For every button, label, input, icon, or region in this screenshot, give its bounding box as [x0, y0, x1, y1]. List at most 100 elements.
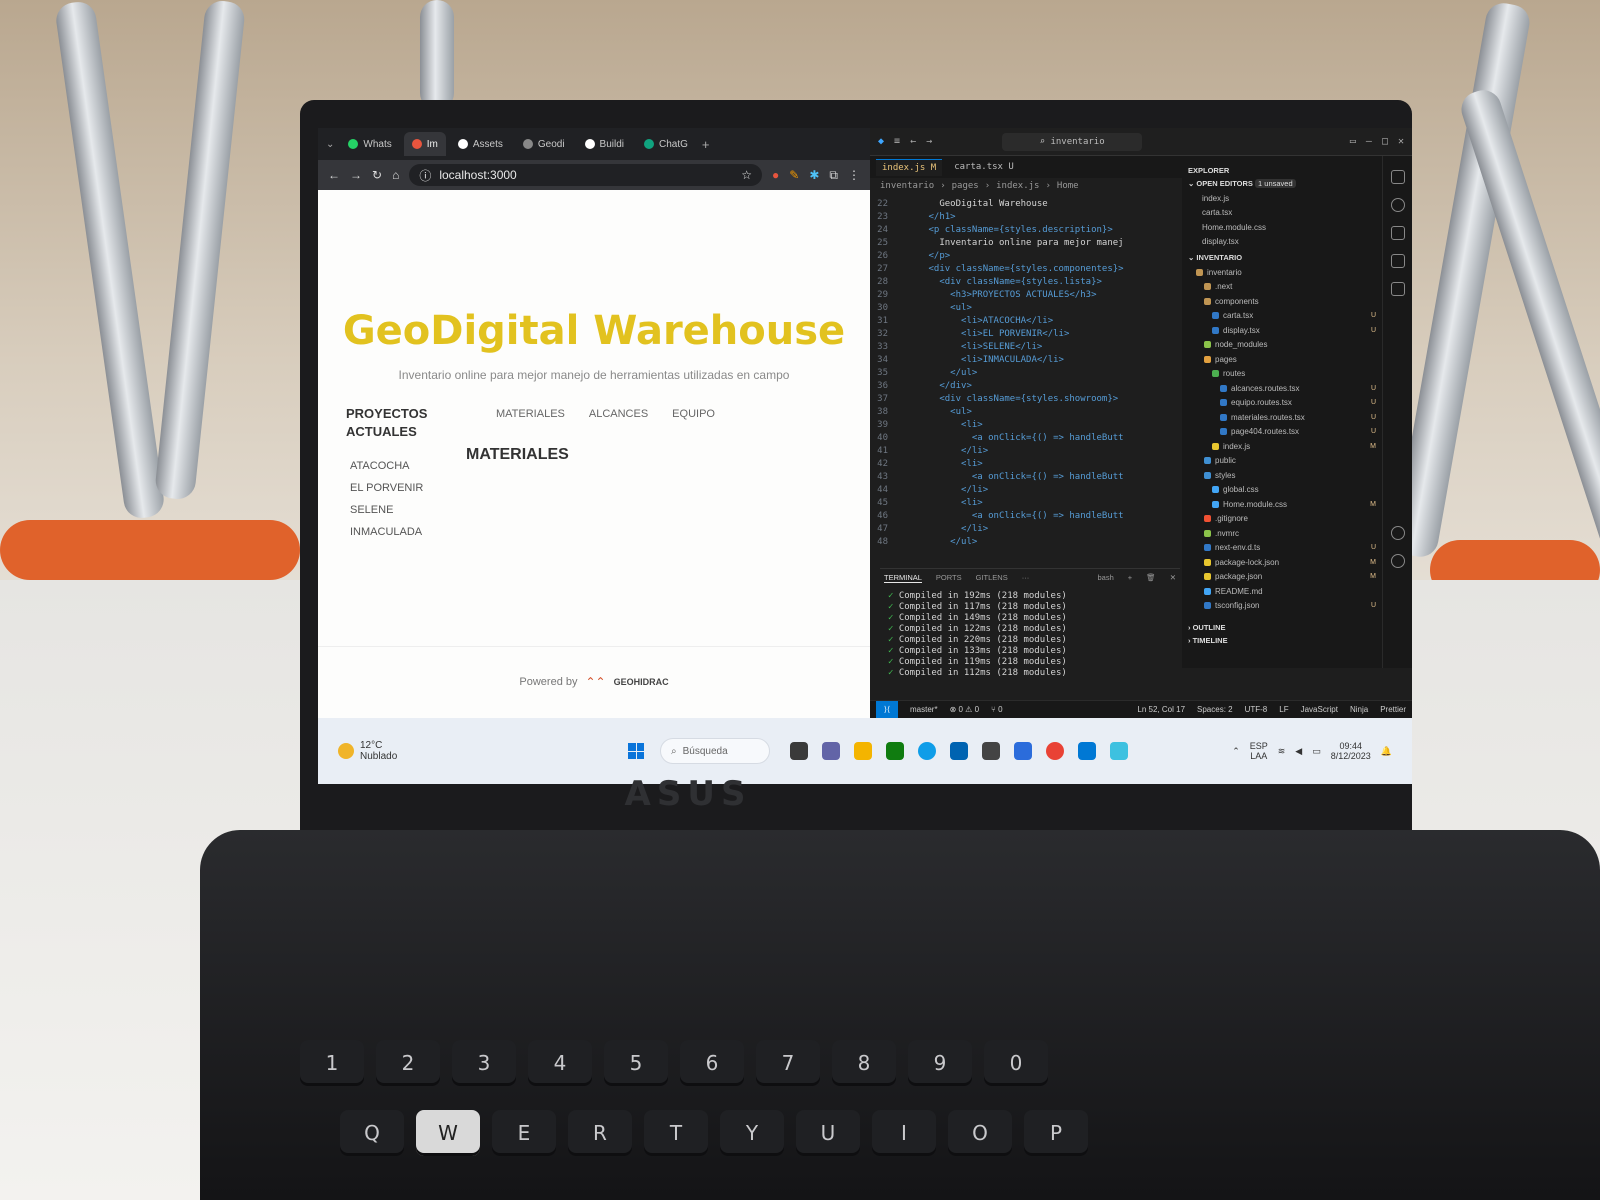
- file-tree-item[interactable]: next-env.d.ts U: [1188, 541, 1376, 556]
- encoding[interactable]: UTF-8: [1245, 705, 1268, 714]
- open-editor-item[interactable]: carta.tsx: [1188, 206, 1376, 221]
- battery-icon[interactable]: ▭: [1312, 746, 1321, 757]
- menu-icon[interactable]: ≡: [894, 136, 900, 147]
- wifi-icon[interactable]: ≋: [1278, 746, 1286, 757]
- timeline-section[interactable]: › TIMELINE: [1188, 636, 1376, 645]
- nav-materiales[interactable]: MATERIALES: [496, 408, 565, 420]
- ninja-status[interactable]: Ninja: [1350, 705, 1368, 714]
- settings-gear-icon[interactable]: [1390, 554, 1405, 568]
- key[interactable]: W: [416, 1110, 480, 1156]
- key[interactable]: 6: [680, 1040, 744, 1086]
- open-editor-item[interactable]: index.js: [1188, 191, 1376, 206]
- nav-equipo[interactable]: EQUIPO: [672, 408, 715, 420]
- open-editors-section[interactable]: ⌄ OPEN EDITORS 1 unsaved: [1188, 179, 1376, 188]
- file-tree-item[interactable]: tsconfig.json U: [1188, 599, 1376, 614]
- file-tree-item[interactable]: page404.routes.tsx U: [1188, 425, 1376, 440]
- vscode-icon[interactable]: [1078, 742, 1096, 760]
- open-editor-item[interactable]: Home.module.css: [1188, 220, 1376, 235]
- key[interactable]: O: [948, 1110, 1012, 1156]
- editor-tab-index[interactable]: index.js M: [876, 158, 943, 176]
- key[interactable]: E: [492, 1110, 556, 1156]
- project-section[interactable]: ⌄ INVENTARIO: [1188, 253, 1376, 262]
- file-tree-item[interactable]: alcances.routes.tsx U: [1188, 381, 1376, 396]
- file-tree-item[interactable]: .next: [1188, 280, 1376, 295]
- file-tree-item[interactable]: global.css: [1188, 483, 1376, 498]
- maximize-icon[interactable]: □: [1382, 136, 1388, 147]
- forward-icon[interactable]: →: [350, 168, 362, 182]
- search-icon[interactable]: [1390, 198, 1405, 212]
- explorer-icon[interactable]: [1390, 170, 1405, 184]
- key[interactable]: Y: [720, 1110, 784, 1156]
- edge-icon[interactable]: [918, 742, 936, 760]
- tab-ports[interactable]: PORTS: [936, 573, 962, 583]
- key[interactable]: P: [1024, 1110, 1088, 1156]
- file-tree-item[interactable]: README.md: [1188, 584, 1376, 599]
- close-icon[interactable]: ✕: [1398, 136, 1404, 147]
- file-tree-item[interactable]: display.tsx U: [1188, 323, 1376, 338]
- code-editor[interactable]: 22 GeoDigital Warehouse 23 </h1> 24 <p cla…: [870, 198, 1170, 568]
- app-icon[interactable]: [982, 742, 1000, 760]
- new-tab-icon[interactable]: +: [702, 137, 710, 152]
- store-icon[interactable]: [950, 742, 968, 760]
- browser-tab[interactable]: Buildi: [577, 132, 632, 156]
- file-tree-item[interactable]: Home.module.css M: [1188, 497, 1376, 512]
- taskbar-search[interactable]: ⌕ Búsqueda: [660, 738, 770, 764]
- file-tree-item[interactable]: pages: [1188, 352, 1376, 367]
- terminal-shell[interactable]: bash: [1098, 573, 1114, 583]
- teams-icon[interactable]: [822, 742, 840, 760]
- file-tree-item[interactable]: .gitignore: [1188, 512, 1376, 527]
- extension-icon[interactable]: ●: [772, 168, 779, 182]
- language-indicator[interactable]: ESP LAA: [1250, 741, 1268, 761]
- task-view-icon[interactable]: [790, 742, 808, 760]
- browser-tab[interactable]: Assets: [450, 132, 511, 156]
- extensions-icon[interactable]: [1390, 282, 1405, 296]
- run-debug-icon[interactable]: [1390, 254, 1405, 268]
- key[interactable]: 5: [604, 1040, 668, 1086]
- key[interactable]: 2: [376, 1040, 440, 1086]
- start-button-icon[interactable]: [628, 743, 644, 759]
- key[interactable]: 8: [832, 1040, 896, 1086]
- layout-icon[interactable]: ▭: [1350, 136, 1356, 147]
- key[interactable]: I: [872, 1110, 936, 1156]
- minimize-icon[interactable]: –: [1366, 136, 1372, 147]
- file-tree-item[interactable]: components: [1188, 294, 1376, 309]
- breadcrumb-item[interactable]: inventario: [880, 181, 934, 191]
- file-tree-item[interactable]: carta.tsx U: [1188, 309, 1376, 324]
- menu-dots-icon[interactable]: ⋮: [848, 168, 860, 182]
- command-center-search[interactable]: ⌕ inventario: [1002, 132, 1143, 151]
- terminal-output[interactable]: ✓ Compiled in 192ms (218 modules) ✓ Compi…: [880, 587, 1180, 683]
- site-info-icon[interactable]: ⓘ: [419, 167, 431, 184]
- xbox-icon[interactable]: [886, 742, 904, 760]
- nav-back-icon[interactable]: ←: [910, 136, 916, 147]
- file-tree-item[interactable]: node_modules: [1188, 338, 1376, 353]
- prettier-status[interactable]: Prettier: [1380, 705, 1406, 714]
- tray-chevron-icon[interactable]: ⌃: [1232, 746, 1240, 757]
- file-tree-item[interactable]: package.json M: [1188, 570, 1376, 585]
- outline-section[interactable]: › OUTLINE: [1188, 623, 1376, 632]
- browser-tab[interactable]: Whats: [340, 132, 399, 156]
- key[interactable]: 4: [528, 1040, 592, 1086]
- chrome-icon[interactable]: [1046, 742, 1064, 760]
- breadcrumb-item[interactable]: pages: [952, 181, 979, 191]
- app-icon[interactable]: [1014, 742, 1032, 760]
- account-icon[interactable]: [1390, 526, 1405, 540]
- git-branch[interactable]: master*: [910, 705, 938, 714]
- more-icon[interactable]: ···: [1022, 573, 1030, 583]
- file-tree-item[interactable]: routes: [1188, 367, 1376, 382]
- file-tree-item[interactable]: equipo.routes.tsx U: [1188, 396, 1376, 411]
- key[interactable]: U: [796, 1110, 860, 1156]
- browser-tab[interactable]: ChatG: [636, 132, 696, 156]
- nav-forward-icon[interactable]: →: [926, 136, 932, 147]
- eol[interactable]: LF: [1279, 705, 1288, 714]
- remote-icon[interactable]: ⟩⟨: [876, 700, 898, 719]
- source-control-icon[interactable]: [1390, 226, 1405, 240]
- home-icon[interactable]: ⌂: [392, 168, 399, 182]
- address-bar[interactable]: ⓘ localhost:3000 ☆: [409, 164, 763, 186]
- file-tree-item[interactable]: styles: [1188, 468, 1376, 483]
- file-tree-item[interactable]: index.js M: [1188, 439, 1376, 454]
- add-terminal-icon[interactable]: +: [1128, 573, 1132, 583]
- breadcrumb-item[interactable]: Home: [1057, 181, 1079, 191]
- key[interactable]: 0: [984, 1040, 1048, 1086]
- bookmark-star-icon[interactable]: ☆: [741, 168, 752, 182]
- file-explorer-icon[interactable]: [854, 742, 872, 760]
